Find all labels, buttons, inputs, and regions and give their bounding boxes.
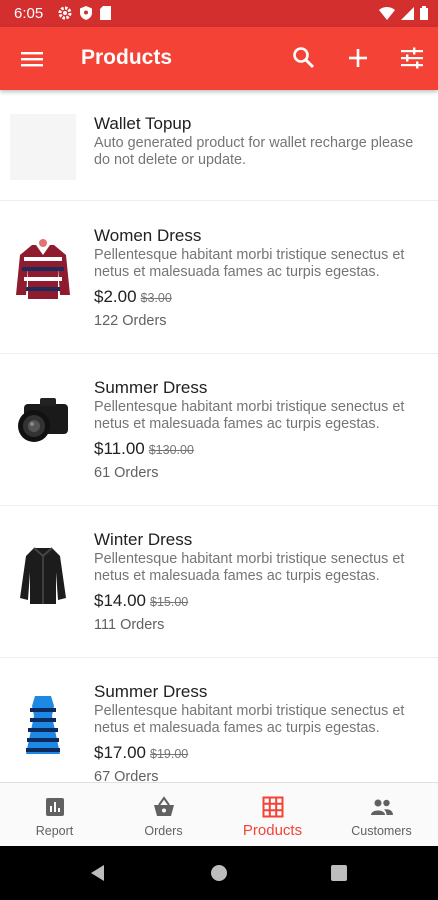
list-item[interactable]: Women Dress Pellentesque habitant morbi … (0, 201, 438, 354)
battery-icon (420, 6, 428, 20)
product-orders: 67 Orders (94, 769, 159, 782)
signal-icon (401, 6, 414, 20)
product-image-placeholder (10, 114, 76, 180)
product-description: Auto generated product for wallet rechar… (94, 135, 414, 168)
product-orders: 122 Orders (94, 313, 167, 329)
nav-tab-label: Report (35, 824, 74, 838)
product-description: Pellentesque habitant morbi tristique se… (94, 399, 405, 432)
nav-tab-label: Products (242, 822, 303, 839)
product-price-row: $17.00 $19.00 (94, 743, 188, 763)
list-item[interactable]: Summer Dress Pellentesque habitant morbi… (0, 658, 438, 782)
wifi-icon (379, 6, 395, 20)
nav-tab-orders[interactable]: Orders (109, 783, 218, 847)
product-price-row: $14.00 $15.00 (94, 591, 188, 611)
bar-chart-icon (45, 798, 64, 816)
product-description: Pellentesque habitant morbi tristique se… (94, 247, 405, 280)
list-item[interactable]: Winter Dress Pellentesque habitant morbi… (0, 506, 438, 658)
gear-icon (58, 6, 72, 20)
system-navigation-bar (0, 846, 438, 900)
product-name: Summer Dress (94, 682, 208, 701)
product-price: $2.00 (94, 287, 137, 306)
nav-tab-label: Orders (144, 824, 183, 838)
add-icon[interactable] (344, 44, 372, 72)
product-price-row: $11.00 $130.00 (94, 439, 194, 459)
list-item[interactable]: Wallet Topup Auto generated product for … (0, 90, 438, 201)
product-price: $17.00 (94, 743, 146, 762)
product-name: Wallet Topup (94, 114, 192, 133)
product-old-price: $15.00 (150, 595, 189, 609)
status-bar: 6:05 (0, 0, 438, 27)
product-price-row: $2.00 $3.00 (94, 287, 172, 307)
product-name: Winter Dress (94, 530, 193, 549)
product-name: Summer Dress (94, 378, 208, 397)
product-orders: 111 Orders (94, 617, 165, 633)
camera-image (18, 398, 68, 442)
menu-icon[interactable] (18, 45, 46, 73)
list-item[interactable]: Summer Dress Pellentesque habitant morbi… (0, 354, 438, 506)
shield-icon (80, 6, 92, 20)
product-orders: 61 Orders (94, 465, 159, 481)
nav-tab-customers[interactable]: Customers (327, 783, 436, 847)
product-description: Pellentesque habitant morbi tristique se… (94, 551, 405, 584)
nav-tab-label: Customers (351, 824, 412, 838)
status-time: 6:05 (14, 5, 44, 22)
home-icon[interactable] (210, 864, 228, 882)
jacket-image (20, 547, 66, 604)
status-system-icons (379, 6, 428, 20)
people-icon (370, 799, 393, 815)
product-name: Women Dress (94, 226, 202, 245)
nav-tab-products[interactable]: Products (218, 783, 327, 847)
app-bar: Products (0, 27, 438, 90)
page-title: Products (81, 46, 173, 69)
nav-tab-report[interactable]: Report (0, 783, 109, 847)
striped-hoodie-image (16, 239, 70, 299)
product-price: $14.00 (94, 591, 146, 610)
grid-icon (262, 796, 283, 818)
product-old-price: $19.00 (150, 747, 189, 761)
bottom-navigation: Report Orders Products Customers (0, 782, 438, 846)
striped-dress-image (26, 696, 60, 754)
tune-icon[interactable] (398, 44, 426, 72)
search-icon[interactable] (290, 44, 318, 72)
back-icon[interactable] (89, 864, 107, 882)
product-old-price: $3.00 (140, 291, 172, 305)
status-notification-icons (58, 6, 111, 20)
product-price: $11.00 (94, 439, 145, 458)
product-list: Wallet Topup Auto generated product for … (0, 90, 438, 782)
recents-icon[interactable] (331, 865, 347, 881)
product-description: Pellentesque habitant morbi tristique se… (94, 703, 405, 736)
product-old-price: $130.00 (148, 443, 194, 457)
basket-icon (153, 796, 174, 816)
sd-card-icon (100, 6, 111, 20)
